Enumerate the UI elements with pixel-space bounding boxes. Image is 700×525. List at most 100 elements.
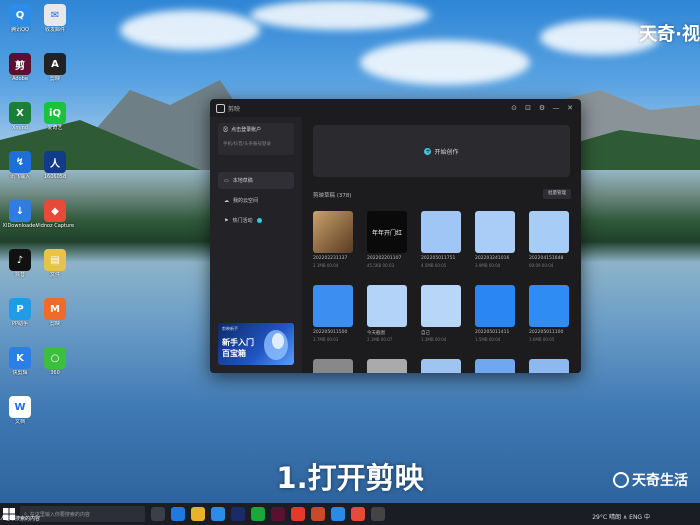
- taskbar-app-icon[interactable]: [351, 507, 365, 521]
- desktop-icon[interactable]: iQ 爱奇艺: [35, 102, 75, 131]
- desktop-icon[interactable]: M 剪映: [35, 298, 75, 327]
- draft-thumbnail[interactable]: [421, 359, 461, 373]
- desktop-icon-label: XIDownloader: [2, 223, 38, 229]
- draft-name: 202205011500: [313, 330, 348, 335]
- draft-meta: 1.5MB 00:04: [475, 337, 501, 342]
- draft-name: 202202231137: [313, 256, 348, 261]
- app-icon: ○: [44, 347, 66, 369]
- desktop-icon[interactable]: ◆ Vidnoz Capture: [35, 200, 75, 229]
- draft-thumbnail[interactable]: [313, 211, 353, 253]
- settings-icon[interactable]: ⊙: [509, 104, 519, 112]
- desktop-icon[interactable]: ♪ 抖音: [0, 249, 40, 278]
- taskbar-left-text: 人在哪搜索的内容: [0, 516, 41, 522]
- app-icon: ↯: [9, 151, 31, 173]
- brand-logo-icon: [613, 472, 629, 488]
- taskbar-app-icon[interactable]: [371, 507, 385, 521]
- draft-thumbnail[interactable]: [421, 285, 461, 327]
- wechat-icon[interactable]: [251, 507, 265, 521]
- app-icon: Q: [9, 4, 31, 26]
- draft-name: 今天截图: [367, 331, 385, 336]
- brand-text: 天奇生活: [632, 473, 688, 489]
- desktop-icon[interactable]: 剪 Adobe: [0, 53, 40, 82]
- nav-local-drafts[interactable]: ▭ 本地草稿: [218, 172, 294, 189]
- start-create-button[interactable]: + 开始创作: [313, 125, 570, 177]
- beginner-banner[interactable]: 剪映新手 新手入门 百宝箱: [218, 323, 294, 365]
- desktop-icon[interactable]: P PP助手: [0, 298, 40, 327]
- draft-name: 202205011411: [475, 330, 510, 335]
- app-title: 剪映: [228, 105, 241, 113]
- flag-icon: ⚑: [224, 217, 229, 224]
- app-icon: 剪: [9, 53, 31, 75]
- store-icon[interactable]: [211, 507, 225, 521]
- task-view-icon[interactable]: [151, 507, 165, 521]
- photoshop-icon[interactable]: [231, 507, 245, 521]
- start-create-label: 开始创作: [434, 148, 459, 156]
- nav-hot-events[interactable]: ⚑ 热门活动: [218, 212, 294, 229]
- draft-thumbnail[interactable]: [367, 359, 407, 373]
- draft-name: 202204151648: [529, 256, 564, 261]
- folder-icon: ▭: [224, 177, 229, 184]
- draft-thumbnail[interactable]: [475, 211, 515, 253]
- layout-icon[interactable]: ⊡: [523, 104, 533, 112]
- minimize-icon[interactable]: —: [551, 104, 561, 112]
- draft-thumbnail[interactable]: [313, 285, 353, 327]
- draft-thumbnail[interactable]: 年年开门红: [367, 211, 407, 253]
- draft-thumbnail[interactable]: [529, 285, 569, 327]
- desktop-icon[interactable]: ↯ 讯飞输入: [0, 151, 40, 180]
- draft-thumbnail[interactable]: [367, 285, 407, 327]
- taskbar-app-icon[interactable]: [311, 507, 325, 521]
- draft-meta: 1.3MB 00:04: [421, 337, 447, 342]
- watermark-top: 天奇·视: [639, 24, 700, 45]
- desktop-icon-label: 爱奇艺: [47, 125, 63, 131]
- desktop-icon[interactable]: ✉ 收发邮件: [35, 4, 75, 33]
- file-explorer-icon[interactable]: [191, 507, 205, 521]
- draft-thumbnail[interactable]: [475, 359, 515, 373]
- desktop-icon-label: 剪映: [49, 321, 60, 327]
- rocket-icon: [264, 330, 288, 360]
- desktop-icon[interactable]: Q 腾讯QQ: [0, 4, 40, 33]
- user-icon: ⛒: [223, 126, 229, 133]
- batch-manage-button[interactable]: 批量管理: [543, 189, 571, 199]
- draft-thumbnail[interactable]: [529, 359, 569, 373]
- taskbar-app-icon[interactable]: [331, 507, 345, 521]
- desktop-icon[interactable]: ○ 360: [35, 347, 75, 376]
- menu-icon[interactable]: ⚙: [537, 104, 547, 112]
- desktop-icon-label: 快剪辑: [12, 370, 28, 376]
- new-badge-icon: [256, 218, 262, 223]
- wps-icon[interactable]: [291, 507, 305, 521]
- desktop-icon[interactable]: ↓ XIDownloader: [0, 200, 40, 229]
- draft-thumbnail[interactable]: [313, 359, 353, 373]
- desktop-icon-label: PP助手: [11, 321, 29, 327]
- draft-thumbnail[interactable]: [475, 285, 515, 327]
- cloud-icon: ☁: [224, 197, 229, 204]
- login-primary: 点击登录账户: [231, 127, 262, 133]
- desktop-icon[interactable]: ▤ 文件: [35, 249, 75, 278]
- cloud: [250, 0, 430, 30]
- app-icon: X: [9, 102, 31, 124]
- app-icon: 人: [44, 151, 66, 173]
- desktop-icon-label: 文件: [49, 272, 60, 278]
- nav-cloud-space[interactable]: ☁ 我的云空间: [218, 192, 294, 209]
- desktop-icon[interactable]: X Xmind: [0, 102, 40, 131]
- capcut-taskbar-icon[interactable]: [271, 507, 285, 521]
- edge-icon[interactable]: [171, 507, 185, 521]
- desktop-icon[interactable]: W 文档: [0, 396, 40, 425]
- plus-icon: +: [424, 147, 432, 155]
- draft-meta: 45.5KB 00:03: [367, 263, 395, 268]
- desktop-icon[interactable]: A 剪映: [35, 53, 75, 82]
- system-tray[interactable]: 29°C 晴朗 ∧ ENG 中: [592, 512, 650, 521]
- capcut-window[interactable]: 剪映 ⊙ ⊡ ⚙ — ✕ ⛒ 点击登录账户 手机/抖音/头条账号登录 ▭ 本地草稿…: [210, 99, 581, 373]
- draft-meta: 2.1MB 00:04: [313, 263, 339, 268]
- desktop-icon[interactable]: 人 1606058: [35, 151, 75, 180]
- draft-meta: 3.6MB 00:05: [529, 337, 555, 342]
- login-card[interactable]: ⛒ 点击登录账户 手机/抖音/头条账号登录: [218, 123, 294, 155]
- desktop-icon[interactable]: K 快剪辑: [0, 347, 40, 376]
- app-icon: iQ: [44, 102, 66, 124]
- app-icon: M: [44, 298, 66, 320]
- app-icon: P: [9, 298, 31, 320]
- draft-thumbnail[interactable]: [421, 211, 461, 253]
- banner-small: 剪映新手: [222, 326, 238, 331]
- close-icon[interactable]: ✕: [565, 104, 575, 112]
- draft-thumbnail[interactable]: [529, 211, 569, 253]
- nav-label: 热门活动: [232, 218, 253, 224]
